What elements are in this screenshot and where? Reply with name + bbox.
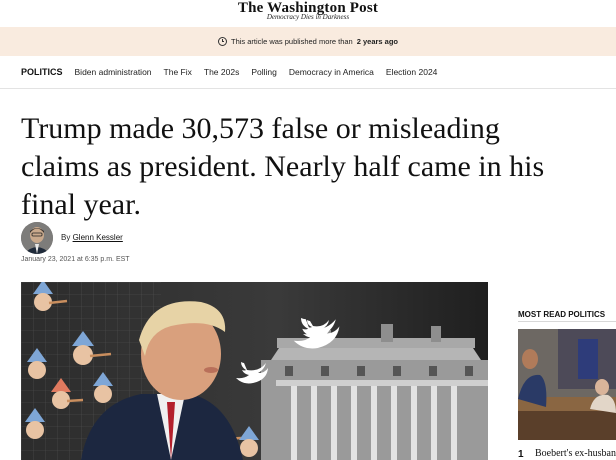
hero-image (21, 282, 488, 460)
article-age-notice: This article was published more than 2 y… (0, 27, 616, 56)
author-link[interactable]: Glenn Kessler (73, 233, 123, 242)
nav-item-election-2024[interactable]: Election 2024 (386, 67, 438, 77)
nav-item-the-fix[interactable]: The Fix (164, 67, 192, 77)
notice-emphasis: 2 years ago (356, 37, 398, 46)
most-read-headline[interactable]: Boebert's ex-husband (535, 448, 616, 459)
site-tagline: Democracy Dies in Darkness (266, 13, 350, 21)
nav-item-the-202s[interactable]: The 202s (204, 67, 239, 77)
byline: By Glenn Kessler (61, 233, 123, 242)
clock-icon (217, 37, 227, 46)
most-read-title: MOST READ POLITICS (518, 310, 606, 319)
author-avatar[interactable] (21, 222, 53, 254)
notice-text: This article was published more than (230, 37, 353, 46)
byline-prefix: By (61, 233, 71, 242)
most-read-thumbnail[interactable] (518, 329, 616, 440)
article-headline: Trump made 30,573 false or misleading cl… (21, 112, 545, 221)
most-read-rank: 1 (518, 449, 524, 460)
publish-date: January 23, 2021 at 6:35 p.m. EST (21, 256, 130, 263)
nav-item-biden-administration[interactable]: Biden administration (75, 67, 152, 77)
hero-illustration (21, 282, 488, 460)
nav-item-democracy-in-america[interactable]: Democracy in America (289, 67, 374, 77)
nav-section-politics[interactable]: POLITICS (21, 67, 63, 77)
masthead: The Washington Post Democracy Dies in Da… (0, 0, 616, 27)
most-read-header: MOST READ POLITICS (518, 304, 616, 322)
section-nav: POLITICS Biden administration The Fix Th… (0, 56, 616, 89)
white-house-graphic (261, 324, 488, 460)
nav-item-polling[interactable]: Polling (251, 67, 277, 77)
